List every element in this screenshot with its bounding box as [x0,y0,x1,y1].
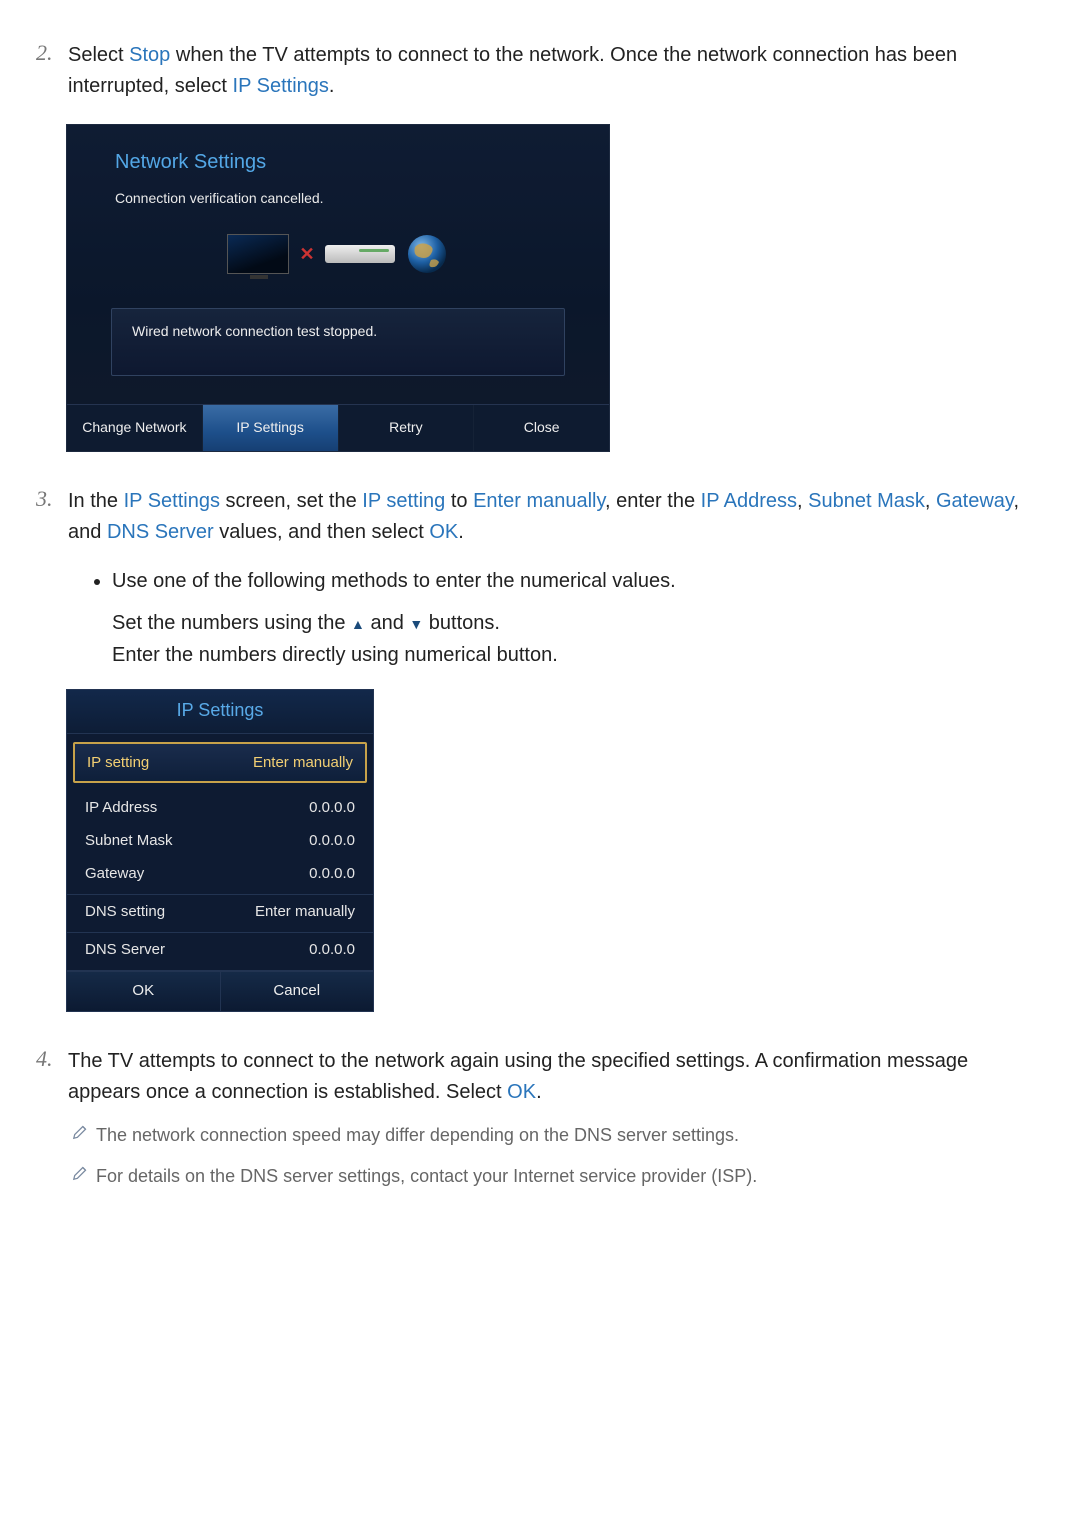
row-label: Subnet Mask [85,832,173,849]
x-icon: ✕ [299,244,314,265]
text: screen, set the [220,490,362,512]
ip-settings-link: IP Settings [233,75,329,97]
triangle-down-icon: ▼ [409,613,423,635]
sub-line-1: Set the numbers using the ▲ and ▼ button… [112,607,1020,639]
note-text: For details on the DNS server settings, … [96,1163,757,1190]
text: Select [68,44,129,66]
ok-button[interactable]: OK [67,972,221,1011]
gateway-row[interactable]: Gateway 0.0.0.0 [67,857,373,895]
pencil-icon [72,1163,96,1186]
row-value: 0.0.0.0 [309,832,355,849]
ip-setting-link: IP setting [362,490,445,512]
row-label: DNS Server [85,941,165,958]
close-button[interactable]: Close [474,405,609,451]
connection-diagram: ✕ [115,220,561,302]
row-value: 0.0.0.0 [309,799,355,816]
cancel-button[interactable]: Cancel [221,972,374,1011]
row-value: 0.0.0.0 [309,865,355,882]
network-settings-dialog: Network Settings Connection verification… [66,124,610,452]
text: In the [68,490,124,512]
dialog-title: Network Settings [115,151,561,174]
dialog-subtitle: Connection verification cancelled. [115,190,561,206]
ip-setting-row[interactable]: IP setting Enter manually [73,742,367,783]
text: to [445,490,473,512]
text: and [365,612,409,634]
step-number: 4. [36,1046,53,1072]
text: Set the numbers using the [112,612,351,634]
subnet-mask-row[interactable]: Subnet Mask 0.0.0.0 [67,824,373,857]
row-label: IP setting [87,754,149,771]
text: . [329,75,335,97]
dns-server-link: DNS Server [107,521,214,543]
row-value: Enter manually [255,903,355,920]
row-value: Enter manually [253,754,353,771]
text: . [536,1081,542,1103]
row-label: IP Address [85,799,157,816]
step4-text: The TV attempts to connect to the networ… [68,1046,1020,1108]
globe-icon [405,232,449,276]
pencil-icon [72,1122,96,1145]
text: buttons. [423,612,500,634]
step-number: 3. [36,486,53,512]
row-value: 0.0.0.0 [309,941,355,958]
step-number: 2. [36,40,53,66]
text: values, and then select [214,521,430,543]
retry-button[interactable]: Retry [339,405,475,451]
dns-server-row[interactable]: DNS Server 0.0.0.0 [67,933,373,971]
tv-icon [227,234,289,274]
stop-link: Stop [129,44,170,66]
text: . [458,521,464,543]
router-icon [325,245,395,263]
dialog-button-row: Change Network IP Settings Retry Close [67,404,609,451]
subnet-mask-link: Subnet Mask [808,490,925,512]
ok-link: OK [507,1081,536,1103]
step2-text: Select Stop when the TV attempts to conn… [68,40,1020,102]
step3-text: In the IP Settings screen, set the IP se… [68,486,1020,548]
gateway-link: Gateway [936,490,1013,512]
ip-dialog-title: IP Settings [67,690,373,734]
change-network-button[interactable]: Change Network [67,405,203,451]
ip-settings-button[interactable]: IP Settings [203,405,339,451]
ip-settings-link: IP Settings [124,490,220,512]
sub-line-2: Enter the numbers directly using numeric… [112,639,1020,671]
text: , enter the [605,490,701,512]
text: , [925,490,936,512]
bullet-item: Use one of the following methods to ente… [112,566,1020,597]
text: when the TV attempts to connect to the n… [68,44,957,97]
row-label: Gateway [85,865,144,882]
note-text: The network connection speed may differ … [96,1122,739,1149]
triangle-up-icon: ▲ [351,613,365,635]
ip-address-row[interactable]: IP Address 0.0.0.0 [67,791,373,824]
status-box: Wired network connection test stopped. [111,308,565,376]
text: , [797,490,808,512]
ok-link: OK [429,521,458,543]
dns-setting-row[interactable]: DNS setting Enter manually [67,895,373,933]
ip-settings-dialog: IP Settings IP setting Enter manually IP… [66,689,374,1012]
ip-address-link: IP Address [701,490,797,512]
enter-manually-link: Enter manually [473,490,605,512]
row-label: DNS setting [85,903,165,920]
